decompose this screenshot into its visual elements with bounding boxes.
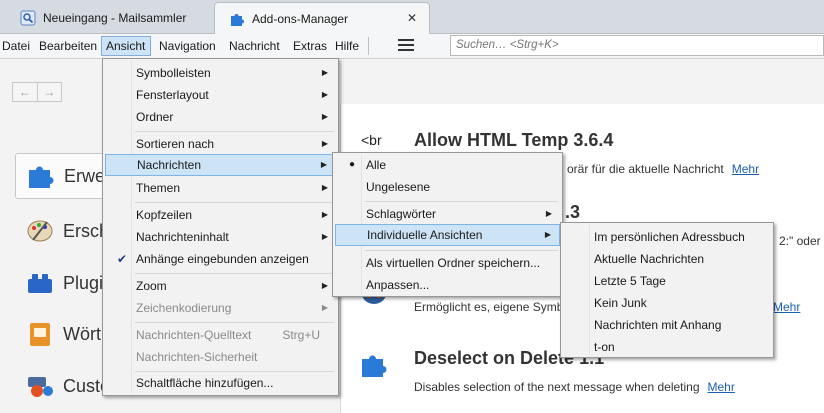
menu-item-view-6[interactable]: t-on bbox=[563, 336, 771, 358]
hamburger-menu-icon[interactable] bbox=[398, 39, 414, 53]
menu-item-virtueller-ordner[interactable]: Als virtuellen Ordner speichern... bbox=[335, 252, 560, 274]
menu-separator bbox=[135, 273, 334, 274]
menu-item-themen[interactable]: Themen ▶ bbox=[105, 177, 336, 199]
close-icon[interactable]: ✕ bbox=[407, 11, 417, 25]
submenu-arrow-icon: ▶ bbox=[321, 90, 328, 99]
inbox-search-icon bbox=[20, 10, 36, 26]
history-nav: ← → bbox=[12, 82, 62, 102]
lego-brick-icon bbox=[28, 274, 52, 293]
custom-buttons-icon bbox=[28, 377, 53, 397]
menu-ansicht[interactable]: Ansicht bbox=[101, 36, 151, 56]
more-link[interactable]: Mehr bbox=[708, 380, 735, 394]
menu-item-schlagwoerter[interactable]: Schlagwörter ▶ bbox=[335, 203, 560, 225]
menu-separator bbox=[135, 202, 334, 203]
category-label: Plugi bbox=[63, 272, 104, 293]
nachrichten-submenu: ● Alle Ungelesene Schlagwörter ▶ Individue… bbox=[332, 152, 563, 297]
menu-item-anhaenge-eingebunden[interactable]: ✔ Anhänge eingebunden anzeigen bbox=[105, 248, 336, 270]
menubar: Datei Bearbeiten Ansicht Navigation Nach… bbox=[0, 34, 824, 59]
submenu-arrow-icon: ▶ bbox=[321, 68, 328, 77]
tab-addons-title: Add-ons-Manager bbox=[252, 11, 349, 26]
checkmark-icon: ✔ bbox=[116, 252, 128, 266]
menu-separator bbox=[365, 250, 558, 251]
tab-inbox[interactable]: Neueingang - Mailsammler bbox=[8, 3, 213, 33]
menu-hilfe[interactable]: Hilfe bbox=[333, 36, 361, 56]
addon-name: Allow HTML Temp 3.6.4 bbox=[414, 130, 614, 150]
menu-item-ordner[interactable]: Ordner ▶ bbox=[105, 106, 336, 128]
submenu-arrow-icon: ▶ bbox=[545, 209, 552, 218]
addon-description: Disables selection of the next message w… bbox=[414, 380, 735, 394]
submenu-arrow-icon: ▶ bbox=[321, 183, 328, 192]
back-arrow-icon[interactable]: ← bbox=[13, 83, 37, 101]
addon-description: Ermöglicht es, eigene Symb bbox=[414, 300, 564, 314]
addon-icon-partial: <br bbox=[361, 132, 382, 148]
menu-item-alle[interactable]: ● Alle bbox=[335, 154, 560, 176]
menu-nachricht[interactable]: Nachricht bbox=[227, 36, 282, 56]
menu-item-fensterlayout[interactable]: Fensterlayout ▶ bbox=[105, 84, 336, 106]
menu-separator bbox=[135, 322, 334, 323]
menu-extras[interactable]: Extras bbox=[291, 36, 329, 56]
submenu-arrow-icon: ▶ bbox=[321, 210, 328, 219]
menu-item-nachrichten-quelltext[interactable]: Nachrichten-Quelltext Strg+U bbox=[105, 324, 336, 346]
radio-dot-icon: ● bbox=[348, 159, 356, 170]
menu-item-symbolleisten[interactable]: Symbolleisten ▶ bbox=[105, 62, 336, 84]
submenu-arrow-icon: ▶ bbox=[321, 112, 328, 121]
menu-item-view-2[interactable]: Aktuelle Nachrichten bbox=[563, 248, 771, 270]
menu-item-zoom[interactable]: Zoom ▶ bbox=[105, 275, 336, 297]
submenu-arrow-icon: ▶ bbox=[321, 139, 328, 148]
menu-item-nachrichten-sicherheit[interactable]: Nachrichten-Sicherheit bbox=[105, 346, 336, 368]
menu-item-individuelle-ansichten[interactable]: Individuelle Ansichten ▶ bbox=[335, 224, 560, 246]
submenu-arrow-icon: ▶ bbox=[321, 303, 328, 312]
menu-separator bbox=[135, 131, 334, 132]
menu-item-view-3[interactable]: Letzte 5 Tage bbox=[563, 270, 771, 292]
tab-inbox-title: Neueingang - Mailsammler bbox=[43, 11, 187, 25]
tab-addons-manager[interactable]: Add-ons-Manager ✕ bbox=[214, 2, 430, 34]
forward-arrow-icon[interactable]: → bbox=[36, 83, 62, 101]
dictionary-book-icon bbox=[30, 323, 50, 346]
addon-description: 2:" oder ä bbox=[779, 234, 824, 248]
menu-item-view-4[interactable]: Kein Junk bbox=[563, 292, 771, 314]
menu-item-view-5[interactable]: Nachrichten mit Anhang bbox=[563, 314, 771, 336]
menu-item-kopfzeilen[interactable]: Kopfzeilen ▶ bbox=[105, 204, 336, 226]
search-input[interactable]: Suchen… <Strg+K> bbox=[450, 35, 824, 56]
menubar-separator bbox=[368, 37, 369, 55]
palette-icon bbox=[27, 220, 53, 242]
menu-item-anpassen[interactable]: Anpassen... bbox=[335, 274, 560, 296]
individuelle-ansichten-submenu: Im persönlichen Adressbuch Aktuelle Nach… bbox=[560, 222, 774, 358]
menu-item-sortieren-nach[interactable]: Sortieren nach ▶ bbox=[105, 133, 336, 155]
menu-item-ungelesene[interactable]: Ungelesene bbox=[335, 176, 560, 198]
category-label: Wört bbox=[63, 323, 101, 344]
puzzle-icon bbox=[29, 166, 54, 188]
shortcut-label: Strg+U bbox=[282, 328, 320, 342]
submenu-arrow-icon: ▶ bbox=[321, 281, 328, 290]
menu-item-schaltflaeche-hinzufuegen[interactable]: Schaltfläche hinzufügen... bbox=[105, 372, 336, 394]
addon-name: .3 bbox=[565, 202, 581, 222]
menu-separator bbox=[365, 201, 558, 202]
menu-item-view-1[interactable]: Im persönlichen Adressbuch bbox=[563, 226, 771, 248]
puzzle-icon bbox=[229, 11, 245, 27]
menu-item-zeichenkodierung[interactable]: Zeichenkodierung ▶ bbox=[105, 297, 336, 319]
menu-item-nachrichten[interactable]: Nachrichten ▶ bbox=[105, 154, 336, 176]
tab-strip: Neueingang - Mailsammler Add-ons-Manager… bbox=[0, 0, 824, 34]
ansicht-menu: Symbolleisten ▶ Fensterlayout ▶ Ordner ▶ So… bbox=[102, 58, 339, 396]
submenu-arrow-icon: ▶ bbox=[544, 230, 551, 239]
menu-datei[interactable]: Datei bbox=[0, 36, 32, 56]
more-link[interactable]: Mehr bbox=[773, 300, 800, 314]
menu-item-nachrichteninhalt[interactable]: Nachrichteninhalt ▶ bbox=[105, 226, 336, 248]
menu-bearbeiten[interactable]: Bearbeiten bbox=[37, 36, 99, 56]
category-label: Erwe bbox=[64, 165, 106, 186]
menu-navigation[interactable]: Navigation bbox=[157, 36, 218, 56]
submenu-arrow-icon: ▶ bbox=[321, 232, 328, 241]
puzzle-icon bbox=[362, 355, 387, 377]
submenu-arrow-icon: ▶ bbox=[320, 160, 327, 169]
